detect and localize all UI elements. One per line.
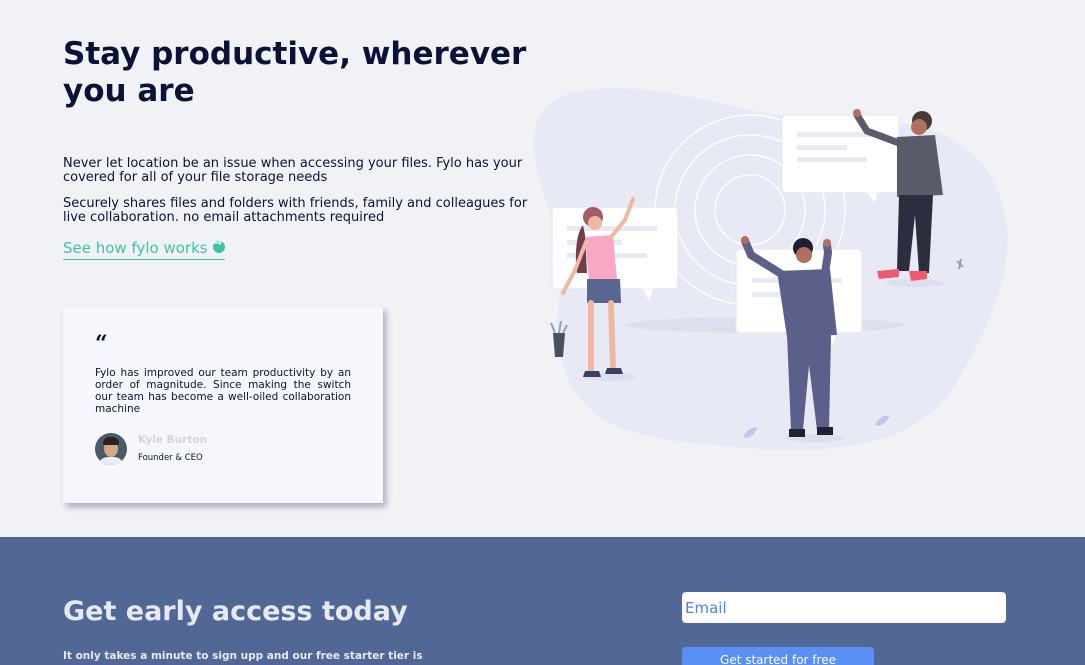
see-how-fylo-works-link[interactable]: See how fylo works — [63, 238, 225, 260]
author-role: Founder & CEO — [138, 453, 203, 463]
early-access-text: It only takes a minute to sign upp and o… — [63, 650, 423, 662]
testimonial-card: “ Fylo has improved our team productivit… — [63, 307, 383, 503]
early-access-section: Get early access today It only takes a m… — [0, 537, 1085, 665]
productivity-section: Stay productive, wherever you are Never … — [0, 0, 1085, 537]
author-name: Kyle Burton — [138, 434, 208, 446]
page-title: Stay productive, wherever you are — [63, 36, 527, 109]
collaboration-paragraph: Securely shares files and folders with f… — [63, 196, 528, 225]
email-field[interactable] — [682, 592, 1006, 623]
team-collaboration-illustration — [533, 88, 1008, 450]
early-access-title: Get early access today — [63, 596, 408, 627]
intro-paragraph: Never let location be an issue when acce… — [63, 156, 523, 185]
see-how-link-label: See how fylo works — [63, 239, 208, 257]
testimonial-quote: Fylo has improved our team productivity … — [95, 367, 351, 415]
get-started-button[interactable]: Get started for free — [682, 647, 874, 665]
avatar — [95, 433, 127, 465]
arrow-right-circle-icon — [212, 238, 225, 253]
quote-icon: “ — [95, 331, 108, 357]
